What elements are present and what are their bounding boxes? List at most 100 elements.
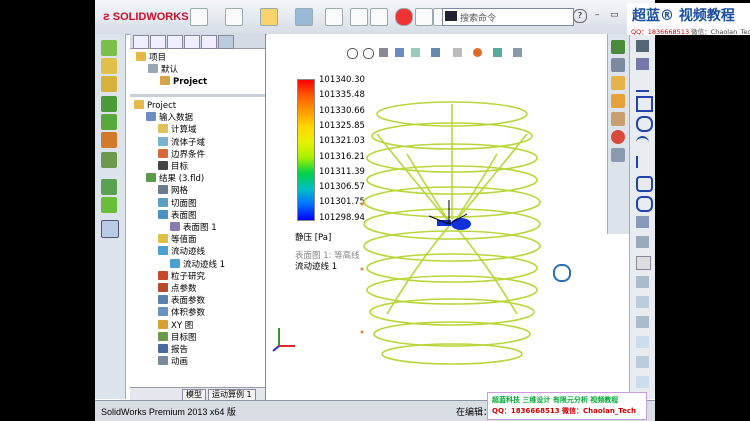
tab-feature-manager[interactable] — [133, 35, 149, 49]
tab-configuration-manager[interactable] — [167, 35, 183, 49]
load-results-icon[interactable] — [101, 197, 117, 213]
tree-item[interactable]: 计算域 — [158, 124, 197, 135]
tab-dimxpert[interactable] — [184, 35, 200, 49]
part-icon — [160, 76, 170, 86]
tree-item[interactable]: 动画 — [158, 356, 188, 367]
computational-domain-icon[interactable] — [101, 96, 117, 112]
tree-item[interactable]: 体积参数 — [158, 307, 205, 318]
minimize-icon[interactable]: – — [595, 10, 605, 20]
text-icon[interactable] — [636, 256, 651, 270]
previous-view-icon[interactable] — [379, 48, 388, 57]
tree-item[interactable]: 报告 — [158, 344, 188, 355]
open-file-icon[interactable] — [260, 8, 278, 26]
flow-wizard-icon[interactable] — [101, 40, 117, 56]
mesh-settings-icon[interactable] — [101, 152, 117, 168]
tree-item[interactable]: 流动迹线 — [158, 246, 205, 257]
tree-item[interactable]: Project — [160, 76, 207, 87]
view-orientation-icon[interactable] — [411, 48, 420, 57]
display-style-icon[interactable] — [431, 48, 440, 57]
help-icon[interactable]: ? — [573, 9, 587, 23]
search-placeholder: 搜索命令 — [460, 14, 497, 24]
sketch-icon[interactable] — [636, 40, 649, 52]
tree-item[interactable]: XY 图 — [158, 319, 193, 331]
results-tool-icon[interactable] — [101, 220, 119, 238]
tree-item[interactable]: 结果 (3.fld) — [146, 173, 204, 184]
rotate-view-icon[interactable] — [553, 264, 571, 282]
general-settings-icon[interactable] — [101, 58, 117, 74]
restore-icon[interactable]: ▭ — [610, 10, 620, 20]
tab-display-manager[interactable] — [201, 35, 217, 49]
tree-item[interactable]: 等值面 — [158, 234, 197, 245]
tab-flow-analysis[interactable] — [218, 35, 234, 49]
hide-show-icon[interactable] — [453, 48, 462, 57]
tree-item[interactable]: 目标 — [158, 161, 188, 172]
watermark-title: 超蓝® 视频教程 — [632, 8, 735, 24]
tree-item[interactable]: 点参数 — [158, 283, 197, 294]
print-icon[interactable] — [325, 8, 343, 26]
run-icon[interactable] — [101, 179, 117, 195]
rectangle-icon[interactable] — [636, 96, 653, 112]
tree-item[interactable]: 目标图 — [158, 331, 197, 343]
goals-icon[interactable] — [101, 132, 117, 148]
zoom-area-icon[interactable] — [363, 48, 374, 59]
tree-item[interactable]: 流动迹线 1 — [170, 258, 225, 270]
search-input[interactable]: 搜索命令 — [442, 8, 574, 26]
left-toolbar — [95, 34, 126, 399]
tree-item[interactable]: 粒子研究 — [158, 270, 205, 282]
zoom-to-fit-icon[interactable] — [347, 48, 358, 59]
undo-icon[interactable] — [350, 8, 368, 26]
ellipse-icon[interactable] — [636, 196, 653, 212]
menu-arrow-icon[interactable] — [190, 8, 208, 26]
view-open-icon[interactable] — [611, 94, 625, 108]
spline-icon[interactable] — [636, 176, 653, 192]
tree-item[interactable]: 切面图 — [158, 197, 197, 209]
tree-item[interactable]: 边界条件 — [158, 148, 205, 160]
line-icon[interactable] — [636, 78, 649, 92]
tree-item[interactable]: Project — [134, 100, 176, 111]
appearances-icon[interactable] — [611, 130, 625, 144]
plane-icon[interactable] — [636, 236, 649, 248]
tree-item[interactable]: 表面参数 — [158, 295, 205, 306]
arc-icon[interactable] — [636, 136, 649, 150]
scene-icon[interactable] — [493, 48, 502, 57]
graphics-area[interactable]: 101340.30 101335.48 101330.66 101325.85 1013… — [267, 34, 607, 400]
tree-item[interactable]: 输入数据 — [146, 112, 193, 123]
right-view-toolbar — [607, 34, 630, 234]
point-icon[interactable] — [636, 276, 649, 288]
panel-splitter[interactable] — [130, 94, 265, 97]
solidworks-logo: ƨ SOLIDWORKS — [103, 9, 189, 23]
convert-entities-icon[interactable] — [636, 316, 649, 328]
view-list-icon[interactable] — [611, 58, 625, 72]
tree-item[interactable]: 默认 — [148, 64, 178, 75]
tree-item[interactable]: 表面图 1 — [170, 222, 217, 233]
units-icon[interactable] — [101, 76, 117, 92]
offset-icon[interactable] — [636, 336, 649, 348]
appearance-icon[interactable] — [473, 48, 482, 57]
tree-item[interactable]: 流体子域 — [158, 136, 205, 148]
boundary-condition-icon[interactable] — [101, 114, 117, 130]
save-icon[interactable] — [295, 8, 313, 26]
mirror-icon[interactable] — [636, 356, 649, 368]
folder-icon — [134, 100, 144, 109]
tab-property-manager[interactable] — [150, 35, 166, 49]
select-icon[interactable] — [370, 8, 388, 26]
tree-item-label: 表面图 1 — [183, 223, 217, 233]
tree-item[interactable]: 网格 — [158, 185, 188, 196]
view-front-icon[interactable] — [611, 40, 625, 54]
pattern-icon[interactable] — [636, 376, 649, 388]
tree-item[interactable]: 项目 — [136, 52, 166, 63]
tree-item[interactable]: 表面图 — [158, 209, 197, 221]
custom-properties-icon[interactable] — [611, 148, 625, 162]
view-folder-icon[interactable] — [611, 76, 625, 90]
polygon-icon[interactable] — [636, 156, 651, 168]
circle-icon[interactable] — [636, 116, 653, 132]
file-properties-icon[interactable] — [415, 8, 433, 26]
view-settings-icon[interactable] — [513, 48, 522, 57]
fillet-icon[interactable] — [636, 216, 649, 228]
view-palette-icon[interactable] — [611, 112, 625, 126]
new-file-icon[interactable] — [225, 8, 243, 26]
rebuild-icon[interactable] — [395, 8, 413, 26]
trim-icon[interactable] — [636, 296, 649, 308]
section-view-icon[interactable] — [395, 48, 404, 57]
smart-dimension-icon[interactable] — [636, 58, 649, 70]
